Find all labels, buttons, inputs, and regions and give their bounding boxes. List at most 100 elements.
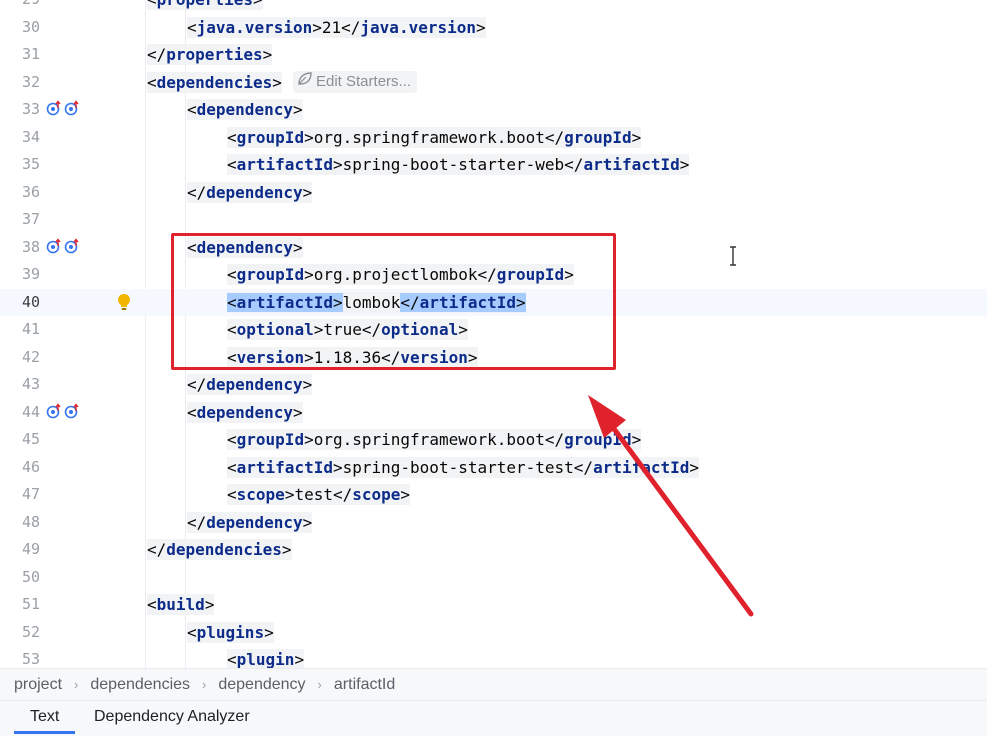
xml-tag-name: dependency — [196, 100, 293, 119]
xml-bracket: > — [264, 622, 274, 642]
chevron-right-icon: › — [74, 677, 79, 692]
code-line[interactable]: 31 </properties> — [0, 41, 987, 69]
code-line[interactable]: 36 </dependency> — [0, 179, 987, 207]
code-line[interactable]: 33 <dependency> — [0, 96, 987, 124]
xml-bracket: > — [679, 155, 690, 174]
hint-label: Edit Starters... — [316, 72, 412, 90]
line-number: 50 — [21, 567, 40, 586]
xml-tag-name: dependency — [196, 402, 293, 422]
tab-text[interactable]: Text — [14, 707, 76, 734]
xml-tag-name: dependency — [206, 375, 303, 394]
xml-bracket: < — [227, 457, 237, 477]
xml-text-value: org.springframework.boot — [313, 430, 545, 449]
line-number: 39 — [21, 265, 40, 283]
xml-tag-name: plugin — [236, 650, 295, 668]
xml-bracket: > — [302, 182, 313, 202]
xml-tag-name: java.version — [196, 17, 313, 37]
line-number: 53 — [21, 650, 40, 668]
xml-bracket: > — [302, 375, 313, 394]
code-line[interactable]: 37 — [0, 206, 987, 234]
line-number: 49 — [21, 540, 40, 558]
xml-text-value: spring-boot-starter-web — [342, 155, 565, 174]
xml-bracket: </ — [573, 457, 594, 477]
override-target-icon[interactable] — [46, 237, 62, 254]
line-number: 42 — [21, 347, 40, 366]
xml-bracket: > — [312, 17, 322, 37]
code-line[interactable]: 50 — [0, 564, 987, 592]
gutter-icons — [46, 237, 80, 254]
code-line[interactable]: 45 <groupId>org.springframework.boot</gro… — [0, 426, 987, 454]
line-number: 47 — [21, 485, 40, 503]
xml-bracket: > — [292, 100, 303, 119]
code-text: </dependency> — [187, 181, 313, 205]
xml-bracket: > — [631, 127, 642, 147]
xml-bracket: > — [332, 155, 343, 174]
xml-bracket: </ — [147, 540, 167, 559]
xml-bracket: </ — [332, 485, 353, 504]
code-line[interactable]: 46 <artifactId>spring-boot-starter-test</… — [0, 454, 987, 482]
breadcrumb-item[interactable]: dependencies — [90, 676, 190, 694]
code-line[interactable]: 44 <dependency> — [0, 399, 987, 427]
override-target-icon[interactable] — [64, 402, 80, 419]
override-target-icon[interactable] — [64, 237, 80, 254]
code-line[interactable]: 34 <groupId>org.springframework.boot</gro… — [0, 124, 987, 152]
breadcrumb-item[interactable]: project — [14, 676, 62, 694]
line-number: 40 — [21, 292, 40, 311]
code-text: </dependency> — [187, 373, 313, 397]
xml-bracket: > — [304, 430, 314, 449]
xml-bracket: < — [187, 17, 197, 37]
override-target-icon[interactable] — [46, 402, 62, 419]
line-number: 48 — [21, 512, 40, 531]
code-line[interactable]: 43 </dependency> — [0, 371, 987, 399]
breadcrumb-item[interactable]: artifactId — [334, 676, 395, 694]
code-text: <java.version>21</java.version> — [187, 16, 486, 40]
xml-tag-name: groupId — [564, 430, 632, 449]
xml-bracket: </ — [187, 512, 207, 532]
xml-bracket: > — [253, 0, 263, 9]
tab-dependency-analyzer[interactable]: Dependency Analyzer — [94, 707, 250, 731]
code-line[interactable]: 29 <properties> — [0, 0, 987, 14]
code-text: <build> — [147, 593, 215, 617]
line-number: 31 — [21, 45, 40, 63]
xml-tag-name: scope — [236, 485, 285, 504]
xml-bracket: > — [689, 457, 700, 477]
xml-bracket: > — [292, 402, 303, 422]
code-text: <plugins> — [187, 621, 274, 645]
text-cursor-icon — [730, 246, 736, 266]
code-text: <groupId>org.springframework.boot</group… — [227, 428, 642, 452]
xml-bracket: </ — [341, 17, 361, 37]
code-line[interactable]: 47 <scope>test</scope> — [0, 481, 987, 509]
xml-bracket: < — [227, 650, 237, 668]
override-target-icon[interactable] — [64, 100, 80, 116]
line-number: 51 — [21, 595, 40, 613]
code-line[interactable]: 52 <plugins> — [0, 619, 987, 647]
code-line[interactable]: 32 <dependencies> Edit Starters... — [0, 69, 987, 97]
code-line[interactable]: 48 </dependency> — [0, 509, 987, 537]
xml-bracket: </ — [187, 375, 207, 394]
code-line[interactable]: 35 <artifactId>spring-boot-starter-web</a… — [0, 151, 987, 179]
line-number: 43 — [21, 375, 40, 393]
code-line[interactable]: 53 <plugin> — [0, 646, 987, 668]
xml-bracket: < — [147, 72, 157, 92]
override-target-icon[interactable] — [46, 100, 62, 116]
xml-bracket: > — [476, 17, 486, 37]
xml-bracket: > — [631, 430, 642, 449]
code-text: <artifactId>spring-boot-starter-web</art… — [227, 153, 690, 177]
code-line[interactable]: 51 <build> — [0, 591, 987, 619]
xml-bracket: > — [304, 127, 314, 147]
code-text: <plugin> — [227, 648, 305, 668]
spring-leaf-icon — [298, 71, 312, 85]
edit-starters-hint[interactable]: Edit Starters... — [293, 70, 418, 93]
breadcrumb-item[interactable]: dependency — [218, 676, 305, 694]
line-number: 33 — [21, 100, 40, 118]
xml-bracket: < — [227, 127, 237, 147]
xml-bracket: < — [187, 402, 197, 422]
lightbulb-icon[interactable] — [116, 293, 132, 313]
xml-text-value: 21 — [321, 17, 342, 37]
xml-tag-name: groupId — [236, 127, 305, 147]
xml-text-value: spring-boot-starter-test — [342, 457, 574, 477]
code-line[interactable]: 30 <java.version>21</java.version> — [0, 14, 987, 42]
xml-bracket: </ — [544, 430, 565, 449]
code-line[interactable]: 49 </dependencies> — [0, 536, 987, 564]
xml-tag-name: dependency — [206, 512, 303, 532]
